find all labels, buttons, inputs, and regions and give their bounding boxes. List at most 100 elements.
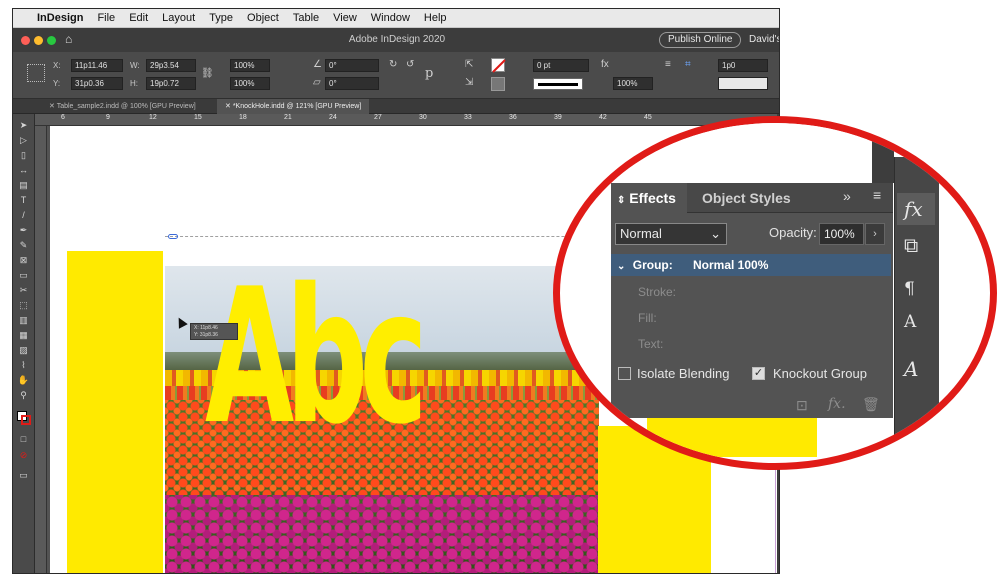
select-content-icon[interactable]: ⇲: [465, 77, 473, 88]
object-styles-icon[interactable]: ⧉: [904, 233, 918, 257]
menu-edit[interactable]: Edit: [129, 12, 148, 24]
paragraph-styles-icon[interactable]: ¶: [904, 279, 915, 299]
zoom-tool-icon[interactable]: ⚲: [16, 390, 31, 401]
blend-mode-dropdown[interactable]: Normal ⌄: [615, 223, 727, 245]
reference-point-icon[interactable]: [27, 64, 45, 82]
free-transform-tool-icon[interactable]: ⬚: [16, 300, 31, 311]
ruler-tick: 21: [284, 114, 292, 121]
menu-app[interactable]: InDesign: [37, 12, 83, 24]
disclosure-triangle-icon[interactable]: ⌄: [617, 261, 625, 272]
menu-window[interactable]: Window: [371, 12, 410, 24]
character-styles-icon[interactable]: A: [904, 312, 916, 332]
clear-effects-icon[interactable]: ⊡: [796, 397, 808, 414]
rotate-field[interactable]: 0°: [325, 59, 379, 72]
stroke-weight-field[interactable]: 0 pt: [533, 59, 589, 72]
rotate-ccw-icon[interactable]: ↺: [406, 59, 414, 70]
tab-label: *KnockHole.indd @ 121% [GPU Preview]: [232, 103, 362, 110]
style-swatch[interactable]: [718, 77, 768, 90]
shear-icon: ▱: [313, 77, 321, 88]
menu-layout[interactable]: Layout: [162, 12, 195, 24]
type-tool-icon[interactable]: T: [16, 195, 31, 206]
tab-effects[interactable]: ⇕ Effects: [611, 183, 687, 214]
text-frame-icon[interactable]: p: [425, 66, 433, 81]
scale-x-field[interactable]: 100%: [230, 59, 270, 72]
tab-knockhole[interactable]: ✕ *KnockHole.indd @ 121% [GPU Preview]: [217, 99, 370, 114]
stroke-type-dropdown[interactable]: [533, 78, 583, 90]
blend-mode-value: Normal: [620, 226, 662, 241]
ruler-tick: 33: [464, 114, 472, 121]
tab-object-styles-label: Object Styles: [702, 190, 791, 206]
content-collector-icon[interactable]: ▤: [16, 180, 31, 191]
scale-y-field[interactable]: 100%: [230, 77, 270, 90]
fill-row[interactable]: Fill:: [638, 311, 657, 325]
gradient-feather-icon[interactable]: ▦: [16, 330, 31, 341]
rectangle-tool-icon[interactable]: ▭: [16, 270, 31, 281]
w-field[interactable]: 29p3.54: [146, 59, 196, 72]
select-container-icon[interactable]: ⇱: [465, 59, 473, 70]
apply-none-icon[interactable]: ⊘: [16, 450, 31, 461]
rectangle-frame-tool-icon[interactable]: ⊠: [16, 255, 31, 266]
auto-fit-icon[interactable]: ⌗: [685, 59, 691, 70]
screen-mode-icon[interactable]: ▭: [16, 470, 31, 481]
anchor-icon[interactable]: [168, 234, 178, 239]
panel-menu-icon[interactable]: ≡: [873, 187, 881, 203]
rotate-cw-icon[interactable]: ↻: [389, 59, 397, 70]
opacity-input[interactable]: 100%: [819, 223, 864, 245]
isolate-blending-label: Isolate Blending: [637, 366, 730, 381]
headline-text[interactable]: Abc: [205, 264, 428, 450]
opacity-slider-button[interactable]: ›: [865, 223, 885, 245]
menu-type[interactable]: Type: [209, 12, 233, 24]
hand-tool-icon[interactable]: ✋: [16, 375, 31, 386]
group-row[interactable]: ⌄ Group: Normal 100%: [611, 254, 891, 276]
knockout-group-checkbox[interactable]: ✓: [752, 367, 765, 380]
menu-help[interactable]: Help: [424, 12, 447, 24]
user-name[interactable]: David's: [749, 34, 779, 45]
publish-online-button[interactable]: Publish Online: [659, 32, 742, 48]
glyphs-icon[interactable]: A: [904, 357, 918, 381]
effects-fx-icon[interactable]: fx: [904, 197, 923, 221]
note-tool-icon[interactable]: ▨: [16, 345, 31, 356]
trash-icon[interactable]: 🗑: [862, 396, 880, 413]
knockout-group-label: Knockout Group: [773, 366, 867, 381]
page-tool-icon[interactable]: ▯: [16, 150, 31, 161]
menu-table[interactable]: Table: [293, 12, 319, 24]
menu-object[interactable]: Object: [247, 12, 279, 24]
selection-tool-icon[interactable]: ➤: [16, 120, 31, 131]
menu-file[interactable]: File: [97, 12, 115, 24]
line-tool-icon[interactable]: /: [16, 210, 31, 221]
opacity-field[interactable]: 100%: [613, 77, 653, 90]
eyedropper-tool-icon[interactable]: ⌇: [16, 360, 31, 371]
scissors-tool-icon[interactable]: ✂: [16, 285, 31, 296]
control-panel: X: 11p11.46 Y: 31p0.36 W: 29p3.54 H: 19p…: [13, 52, 779, 99]
text-row[interactable]: Text:: [638, 337, 663, 351]
gradient-tool-icon[interactable]: ▥: [16, 315, 31, 326]
ruler-tick: 39: [554, 114, 562, 121]
fill-swatch[interactable]: [491, 58, 506, 73]
stroke-swatch[interactable]: [491, 77, 505, 91]
pencil-tool-icon[interactable]: ✎: [16, 240, 31, 251]
ruler-tick: 18: [239, 114, 247, 121]
pen-tool-icon[interactable]: ✒: [16, 225, 31, 236]
direct-selection-tool-icon[interactable]: ▷: [16, 135, 31, 146]
tab-object-styles[interactable]: Object Styles: [702, 183, 791, 214]
align-left-icon[interactable]: ≡: [665, 59, 671, 70]
h-field[interactable]: 19p0.72: [146, 77, 196, 90]
fill-stroke-swatch-icon[interactable]: [17, 411, 31, 425]
vertical-ruler: [35, 126, 47, 573]
yellow-block-left[interactable]: [67, 251, 163, 573]
tab-table-sample[interactable]: ✕ Table_sample2.indd @ 100% [GPU Preview…: [41, 99, 204, 114]
collapse-arrows-icon: ⇕: [617, 195, 626, 206]
gap-tool-icon[interactable]: ↔: [16, 165, 31, 176]
expand-chevrons-icon[interactable]: »: [843, 188, 851, 204]
formatting-container-icon[interactable]: □: [16, 434, 31, 445]
x-field[interactable]: 11p11.46: [71, 59, 123, 72]
fx-icon[interactable]: fx: [601, 59, 609, 70]
isolate-blending-checkbox[interactable]: [618, 367, 631, 380]
fx-icon[interactable]: fx.: [828, 396, 846, 412]
menu-view[interactable]: View: [333, 12, 357, 24]
shear-field[interactable]: 0°: [325, 77, 379, 90]
y-field[interactable]: 31p0.36: [71, 77, 123, 90]
constrain-link-icon[interactable]: ⛓: [201, 68, 214, 79]
width-field[interactable]: 1p0: [718, 59, 768, 72]
stroke-row[interactable]: Stroke:: [638, 285, 676, 299]
